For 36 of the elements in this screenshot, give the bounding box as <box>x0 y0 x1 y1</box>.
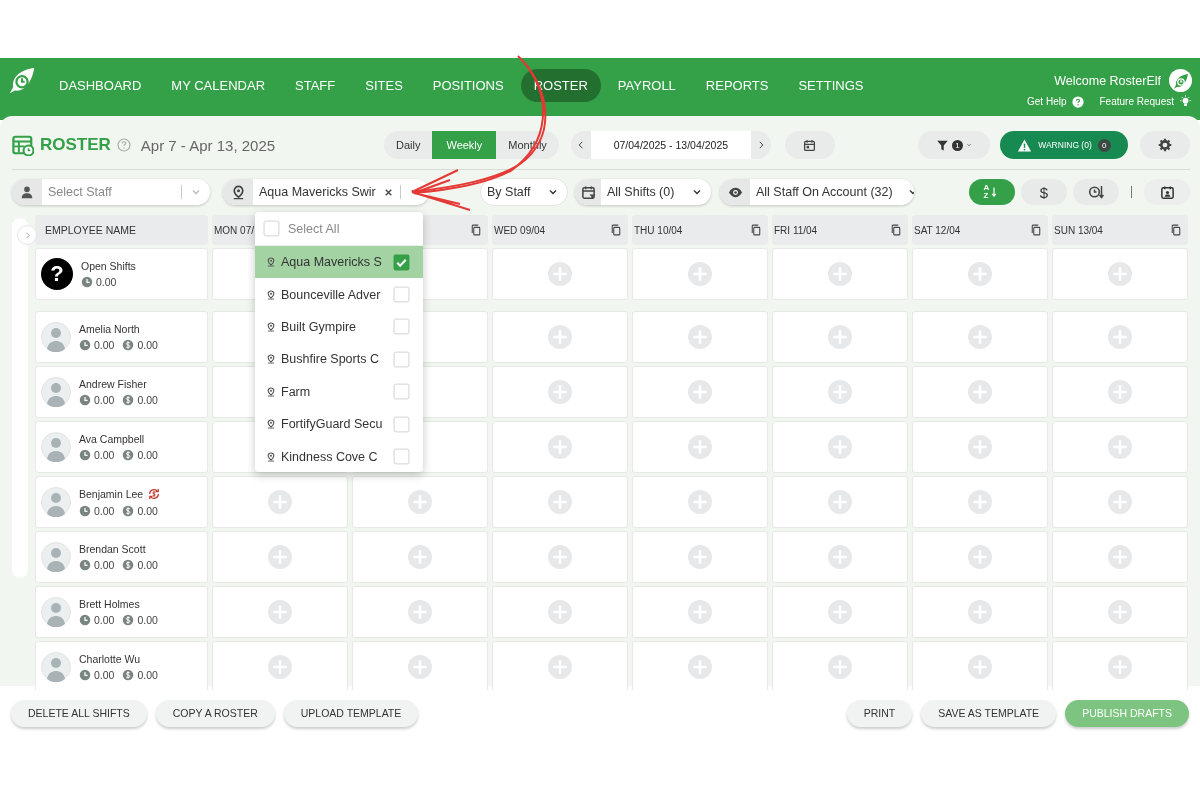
cost-value: 0.00 <box>137 394 158 406</box>
cost-value: 0.00 <box>137 559 158 571</box>
hours-value: 0.00 <box>94 614 115 626</box>
cost-value: 0.00 <box>137 339 158 351</box>
column-header: MON 07/ <box>214 224 254 236</box>
hours-value: 0.00 <box>96 276 117 288</box>
cost-value: 0.00 <box>137 614 158 626</box>
hours-value: 0.00 <box>94 505 115 517</box>
column-header: WED 09/04 <box>494 224 546 236</box>
employee-name: Brendan Scott <box>79 543 146 555</box>
hours-value: 0.00 <box>94 669 115 681</box>
employee-name: Andrew Fisher <box>79 378 147 390</box>
cost-value: 0.00 <box>137 669 158 681</box>
filter-count: 1 <box>952 139 963 151</box>
warning-count: 0 <box>1097 138 1111 152</box>
employee-name: Benjamin Lee <box>79 488 144 500</box>
employee-name: Ava Campbell <box>79 433 145 445</box>
column-header: SUN 13/04 <box>1054 224 1103 236</box>
hours-value: 0.00 <box>94 339 115 351</box>
row-title: Open Shifts <box>81 260 136 272</box>
cost-value: 0.00 <box>137 505 158 517</box>
employee-name: Amelia North <box>79 323 140 335</box>
employee-name: Charlotte Wu <box>79 653 141 665</box>
hours-value: 0.00 <box>94 559 115 571</box>
hours-value: 0.00 <box>94 394 115 406</box>
column-header: FRI 11/04 <box>774 224 818 236</box>
column-header: SAT 12/04 <box>914 224 961 236</box>
page-title: ROSTER <box>40 135 111 155</box>
date-range: Apr 7 - Apr 13, 2025 <box>140 136 276 154</box>
column-header: THU 10/04 <box>634 224 683 236</box>
employee-name: Brett Holmes <box>79 598 140 610</box>
question-badge: ? <box>41 258 73 290</box>
hours-value: 0.00 <box>94 449 115 461</box>
welcome-text: Welcome RosterElf <box>1054 73 1161 88</box>
column-header: EMPLOYEE NAME <box>35 215 208 245</box>
cost-value: 0.00 <box>137 449 158 461</box>
